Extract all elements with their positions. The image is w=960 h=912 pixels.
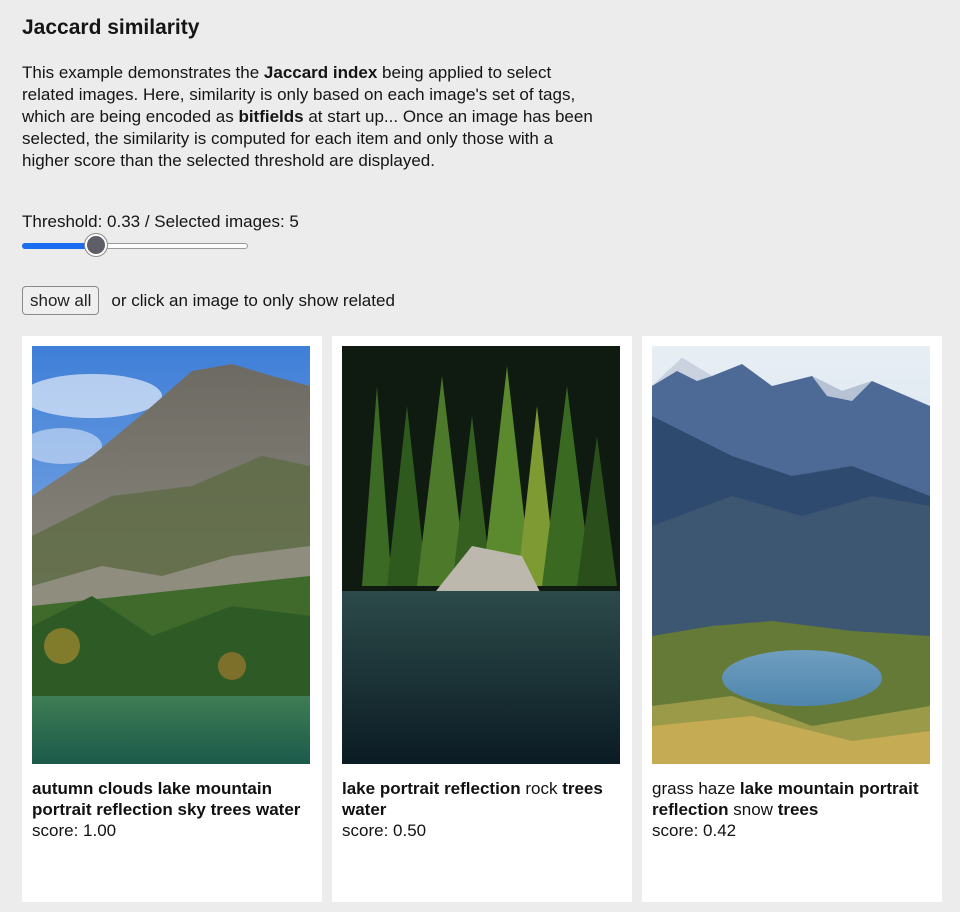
tag: trees — [777, 800, 819, 819]
card-caption: autumn clouds lake mountain portrait ref… — [32, 778, 312, 841]
intro-emphasis: Jaccard index — [263, 63, 378, 82]
intro-paragraph: This example demonstrates the Jaccard in… — [22, 62, 602, 172]
tag: trees — [562, 779, 603, 798]
image-grid: autumn clouds lake mountain portrait ref… — [22, 336, 942, 902]
tag: clouds — [98, 779, 153, 798]
page-title: Jaccard similarity — [22, 16, 200, 39]
tag: mountain — [195, 779, 272, 798]
card-caption: grass haze lake mountain portrait reflec… — [652, 778, 932, 841]
mountain-lake-image[interactable] — [32, 346, 310, 764]
tag: reflection — [96, 800, 173, 819]
tag: lake — [739, 779, 774, 798]
tag-list: autumn clouds lake mountain portrait ref… — [32, 778, 312, 820]
tag: water — [255, 800, 301, 819]
tag: mountain — [777, 779, 855, 798]
tag: water — [342, 800, 387, 819]
show-all-button[interactable]: show all — [22, 286, 100, 315]
tag: portrait — [858, 779, 919, 798]
score-label: score: 0.42 — [652, 821, 737, 840]
tag: lake — [342, 779, 376, 798]
tag: sky — [177, 800, 206, 819]
tag: grass — [652, 779, 694, 798]
intro-emphasis: bitfields — [238, 107, 304, 126]
tag: autumn — [32, 779, 94, 798]
tag: portrait — [32, 800, 92, 819]
card-caption: lake portrait reflection rock trees wate… — [342, 778, 622, 841]
tag-list: lake portrait reflection rock trees wate… — [342, 778, 622, 820]
slider-thumb[interactable] — [85, 234, 107, 256]
image-card[interactable]: grass haze lake mountain portrait reflec… — [642, 336, 942, 902]
controls-row: show all or click an image to only show … — [22, 286, 395, 315]
tag: reflection — [444, 779, 521, 798]
alpine-lake-image[interactable] — [652, 346, 930, 764]
tag: reflection — [652, 800, 729, 819]
hint-text: or click an image to only show related — [111, 290, 395, 310]
threshold-slider[interactable] — [22, 234, 248, 260]
tag: haze — [698, 779, 736, 798]
score-label: score: 1.00 — [32, 821, 117, 840]
tag: snow — [733, 800, 773, 819]
tag: lake — [157, 779, 191, 798]
tag-list: grass haze lake mountain portrait reflec… — [652, 778, 932, 820]
tag: rock — [525, 779, 558, 798]
threshold-label: Threshold: 0.33 / Selected images: 5 — [22, 212, 299, 231]
forest-lake-image[interactable] — [342, 346, 620, 764]
score-label: score: 0.50 — [342, 821, 427, 840]
image-card[interactable]: autumn clouds lake mountain portrait ref… — [22, 336, 322, 902]
tag: portrait — [379, 779, 440, 798]
tag: trees — [210, 800, 252, 819]
image-card[interactable]: lake portrait reflection rock trees wate… — [332, 336, 632, 902]
intro-text: This example demonstrates the — [22, 63, 264, 82]
